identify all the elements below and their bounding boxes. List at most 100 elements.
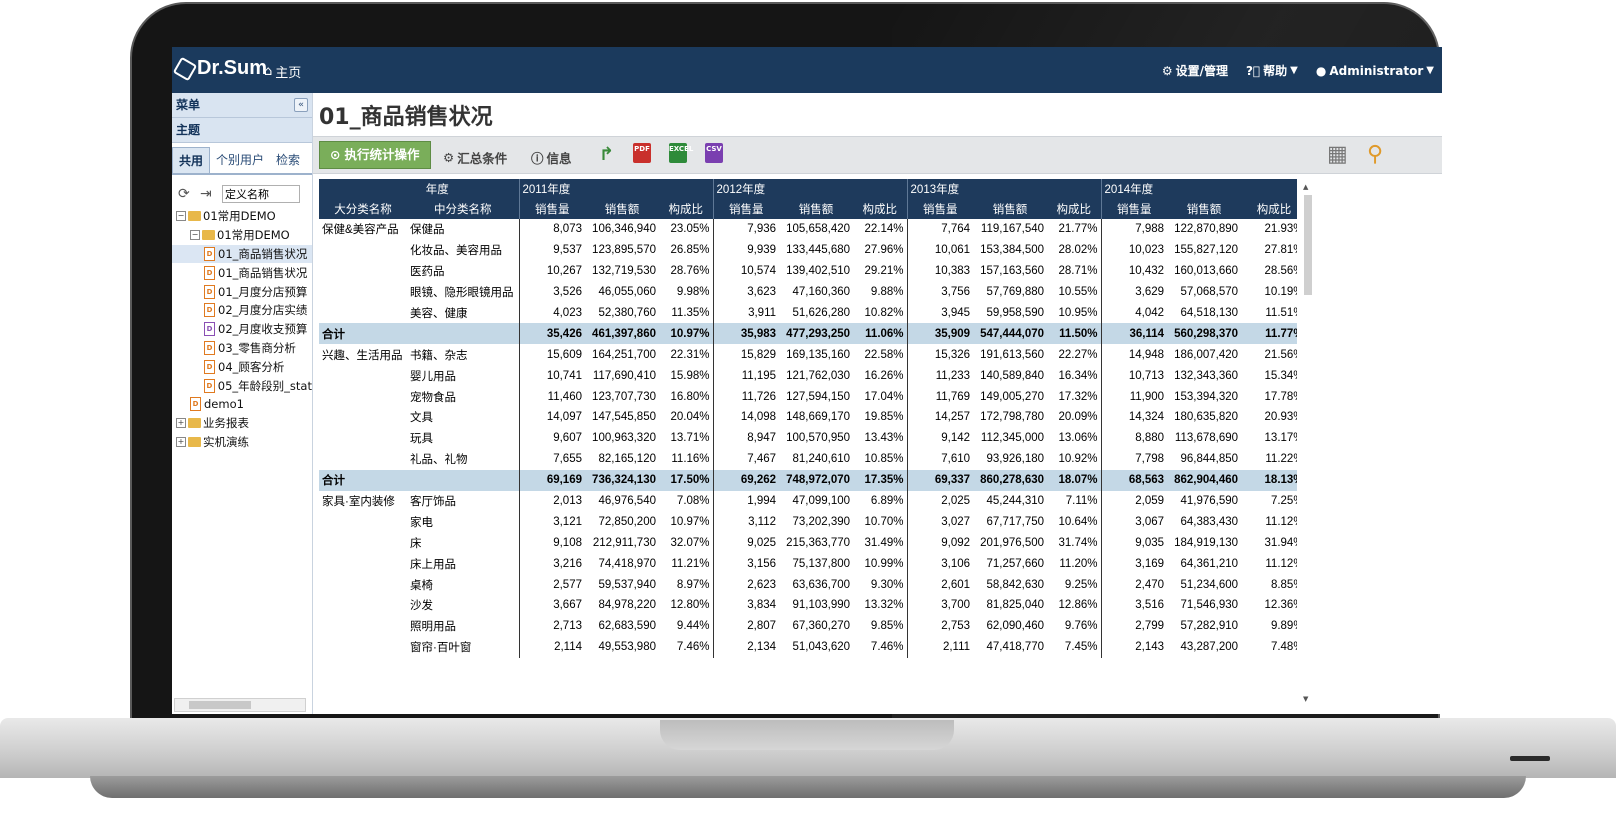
header-metric[interactable]: 构成比 (1241, 199, 1297, 219)
table-row: 床上用品 3,216 74,418,970 11.21% 3,156 75,137,800… (319, 553, 1297, 575)
import-icon[interactable]: ⇥ (200, 187, 214, 201)
app-logo[interactable]: Dr.Sum (172, 56, 267, 81)
cell-major-category (319, 553, 407, 574)
cell-value: 74,418,970 (598, 557, 656, 570)
cell-value: 10.92% (1047, 448, 1102, 470)
header-metric[interactable]: 销售额 (779, 199, 854, 219)
scroll-down-icon[interactable]: ▼ (1303, 695, 1308, 703)
cell-value: 10,713 (1128, 369, 1165, 382)
header-metric[interactable]: 销售量 (1100, 199, 1168, 219)
tree-node-label: 业务报表 (203, 416, 249, 431)
header-metric[interactable]: 构成比 (1047, 199, 1102, 219)
header-metric[interactable]: 销售量 (712, 199, 780, 219)
tree-node[interactable]: Ddemo1 (172, 395, 312, 414)
home-link[interactable]: ⌂ 主页 (264, 62, 301, 81)
tree-node[interactable]: D 01_月度分店预算 (172, 282, 312, 301)
expand-icon[interactable]: + (176, 436, 186, 447)
cell-value: 153,394,320 (1174, 390, 1239, 403)
header-metric[interactable]: 销售量 (906, 199, 974, 219)
tab-search[interactable]: 检索 (270, 147, 306, 173)
conditions-button[interactable]: ⚙ 汇总条件 (443, 148, 507, 167)
page-title: 01_商品销售状况 (319, 105, 493, 130)
header-metric[interactable]: 销售额 (585, 199, 659, 219)
cell-value: 7.48% (1241, 636, 1297, 658)
cell-value: 10,061 (934, 244, 971, 257)
help-menu[interactable]: ?⃝ 帮助 ▼ (1246, 62, 1298, 79)
cell-value: 64,383,430 (1180, 515, 1239, 528)
tree-node[interactable]: D 01_商品销售状况 (172, 244, 312, 264)
cell-value: 122,870,890 (1174, 223, 1239, 236)
cell-value: 93,926,180 (986, 453, 1045, 466)
cell-major-category (319, 365, 407, 386)
tab-individual-user[interactable]: 个别用户 (210, 147, 270, 173)
cell-value: 180,635,820 (1174, 411, 1239, 424)
header-metric[interactable]: 构成比 (659, 199, 714, 219)
header-col-major[interactable]: 大分类名称 (319, 199, 407, 219)
tree-node[interactable]: D 03_零售商分析 (172, 339, 312, 358)
cell-major-category: 兴趣、生活用品 (322, 349, 403, 362)
tree-node[interactable]: D 04_顾客分析 (172, 357, 312, 376)
cell-major-category (319, 282, 407, 303)
collapse-icon[interactable]: « (294, 98, 308, 112)
cell-value: 9.98% (659, 281, 714, 303)
info-button[interactable]: ⓘ 信息 (531, 148, 572, 167)
cell-value: 57,282,910 (1180, 620, 1239, 633)
pdf-export-icon[interactable]: PDF (633, 143, 651, 163)
tab-shared[interactable]: 共用 (172, 147, 211, 173)
cell-major-category: 家具·室内装修 (322, 496, 395, 509)
tree-node[interactable]: − 01常用DEMO (172, 226, 312, 245)
collapse-icon[interactable]: − (176, 211, 186, 222)
tree-node[interactable]: D 01_商品销售状况 (172, 263, 312, 282)
tree-node-label: 04_顾客分析 (218, 359, 285, 374)
excel-export-icon[interactable]: EXCEL (669, 143, 693, 163)
sidebar-theme-header[interactable]: 主题 (172, 118, 312, 143)
table-settings-icon[interactable]: ▦ (1327, 142, 1348, 167)
execute-button[interactable]: ⊙ 执行统计操作 (319, 141, 431, 169)
cell-value: 10,741 (518, 365, 585, 387)
header-metric[interactable]: 销售额 (1167, 199, 1242, 219)
header-metric[interactable]: 销售量 (518, 199, 585, 219)
scroll-up-icon[interactable]: ▲ (1303, 183, 1308, 191)
user-menu[interactable]: ● Administrator ▼ (1316, 62, 1434, 79)
csv-export-icon[interactable]: CSV (705, 143, 723, 163)
cell-value: 12.36% (1241, 595, 1297, 616)
cell-value: 140,589,840 (980, 369, 1045, 382)
cell-value: 7.45% (1047, 636, 1102, 658)
header-metric[interactable]: 构成比 (853, 199, 908, 219)
cell-minor-category: 婴儿用品 (410, 370, 456, 383)
tree-node[interactable]: D 02_月度分店实绩 (172, 301, 312, 320)
tree-node[interactable]: + 业务报表 (172, 414, 312, 433)
header-metric[interactable]: 销售额 (973, 199, 1048, 219)
subtotal-row: 合计 69,169 736,324,130 17.50% 69,262 748,972,0… (319, 469, 1297, 491)
cell-value: 3,027 (941, 515, 971, 528)
cell-value: 16.80% (659, 386, 714, 408)
sidebar-menu-header[interactable]: 菜单 « (172, 93, 312, 118)
definition-name-input[interactable] (222, 185, 300, 203)
tree-node-label: 01_商品销售状况 (218, 265, 308, 280)
search-icon[interactable]: ⚲ (1367, 142, 1383, 167)
sidebar-scrollbar[interactable] (174, 698, 306, 712)
cell-value: 7,610 (941, 453, 971, 466)
tree-node[interactable]: + 实机演练 (172, 433, 312, 452)
cell-value: 51,234,600 (1180, 578, 1239, 591)
table-row: 化妆品、美容用品 9,537 123,895,570 26.85% 9,939 133,4… (319, 239, 1297, 261)
header-col-minor[interactable]: 中分类名称 (407, 199, 519, 219)
share-arrow-icon[interactable]: ↱ (599, 144, 614, 165)
tree-node[interactable]: D 02_月度收支预算 (172, 320, 312, 339)
cell-value: 2,713 (518, 615, 585, 637)
cell-value: 82,165,120 (598, 453, 656, 466)
expand-icon[interactable]: + (176, 418, 186, 429)
collapse-icon[interactable]: − (190, 230, 200, 241)
cell-value: 46,976,540 (598, 495, 656, 508)
header-year: 2013年度 (906, 179, 1102, 199)
tree-node[interactable]: D 05_年龄段别_stat (172, 376, 312, 395)
cell-major-category (319, 511, 407, 532)
cell-value: 2,470 (1135, 578, 1165, 591)
cell-value: 19.85% (853, 407, 908, 428)
cell-value: 22.27% (1047, 344, 1102, 366)
settings-menu[interactable]: ⚙ 设置/管理 (1162, 62, 1228, 79)
cell-value: 17.35% (853, 469, 908, 491)
table-scrollbar[interactable]: ▲ ▼ (1303, 183, 1313, 703)
refresh-icon[interactable]: ⟳ (178, 187, 192, 201)
tree-node[interactable]: − 01常用DEMO (172, 207, 312, 226)
